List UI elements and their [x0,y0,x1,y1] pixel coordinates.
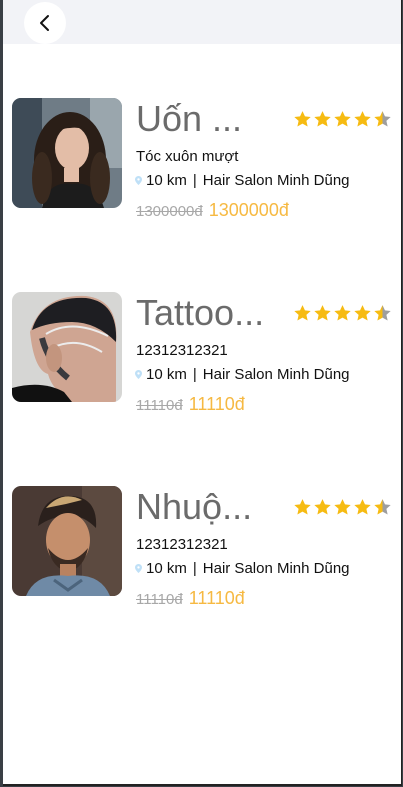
distance-text: 10 km [146,366,187,383]
star-filled-icon [354,111,371,127]
service-title: Uốn ... [136,98,243,139]
star-half-icon [374,111,391,127]
location-pin-icon [135,176,142,185]
star-filled-icon [294,499,311,515]
star-filled-icon [314,305,331,321]
top-bar [3,0,401,44]
original-price: 11110đ [136,591,183,608]
original-price: 11110đ [136,397,183,414]
star-half-icon [374,305,391,321]
service-description: Tóc xuôn mượt [136,148,239,165]
service-image [12,486,122,596]
sale-price: 11110đ [188,588,245,608]
service-meta: 10 km | Hair Salon Minh Dũng [135,560,350,577]
price-row: 11110đ 11110đ [136,394,245,415]
meta-separator: | [192,366,197,383]
sale-price: 1300000đ [208,200,289,220]
chevron-left-icon [40,15,49,31]
star-half-icon [374,499,391,515]
service-card[interactable]: Tattoo... 12312312321 10 km | Hair Salon… [12,290,397,420]
price-row: 11110đ 11110đ [136,588,245,609]
service-description: 12312312321 [136,342,228,359]
distance-text: 10 km [146,172,187,189]
rating-stars [293,498,392,517]
service-image [12,98,122,208]
original-price: 1300000đ [136,203,203,220]
service-image [12,292,122,402]
service-description: 12312312321 [136,536,228,553]
salon-name: Hair Salon Minh Dũng [202,560,350,577]
star-filled-icon [334,499,351,515]
sale-price: 11110đ [188,394,245,414]
salon-name: Hair Salon Minh Dũng [202,366,350,383]
star-filled-icon [354,499,371,515]
app-screen: Uốn ... Tóc xuôn mượt 10 km | Hair Salon… [3,0,402,786]
star-filled-icon [334,111,351,127]
star-filled-icon [314,499,331,515]
star-filled-icon [354,305,371,321]
star-filled-icon [294,111,311,127]
service-title: Nhuộ... [136,486,253,527]
star-filled-icon [314,111,331,127]
service-meta: 10 km | Hair Salon Minh Dũng [135,172,350,189]
star-filled-icon [334,305,351,321]
salon-name: Hair Salon Minh Dũng [202,172,350,189]
back-button[interactable] [24,2,66,44]
service-meta: 10 km | Hair Salon Minh Dũng [135,366,350,383]
price-row: 1300000đ 1300000đ [136,200,289,221]
location-pin-icon [135,370,142,379]
service-card[interactable]: Uốn ... Tóc xuôn mượt 10 km | Hair Salon… [12,96,397,226]
meta-separator: | [192,172,197,189]
rating-stars [293,110,392,129]
star-filled-icon [294,305,311,321]
location-pin-icon [135,564,142,573]
meta-separator: | [192,560,197,577]
rating-stars [293,304,392,323]
service-card[interactable]: Nhuộ... 12312312321 10 km | Hair Salon M… [12,484,397,614]
distance-text: 10 km [146,560,187,577]
service-title: Tattoo... [136,292,265,333]
